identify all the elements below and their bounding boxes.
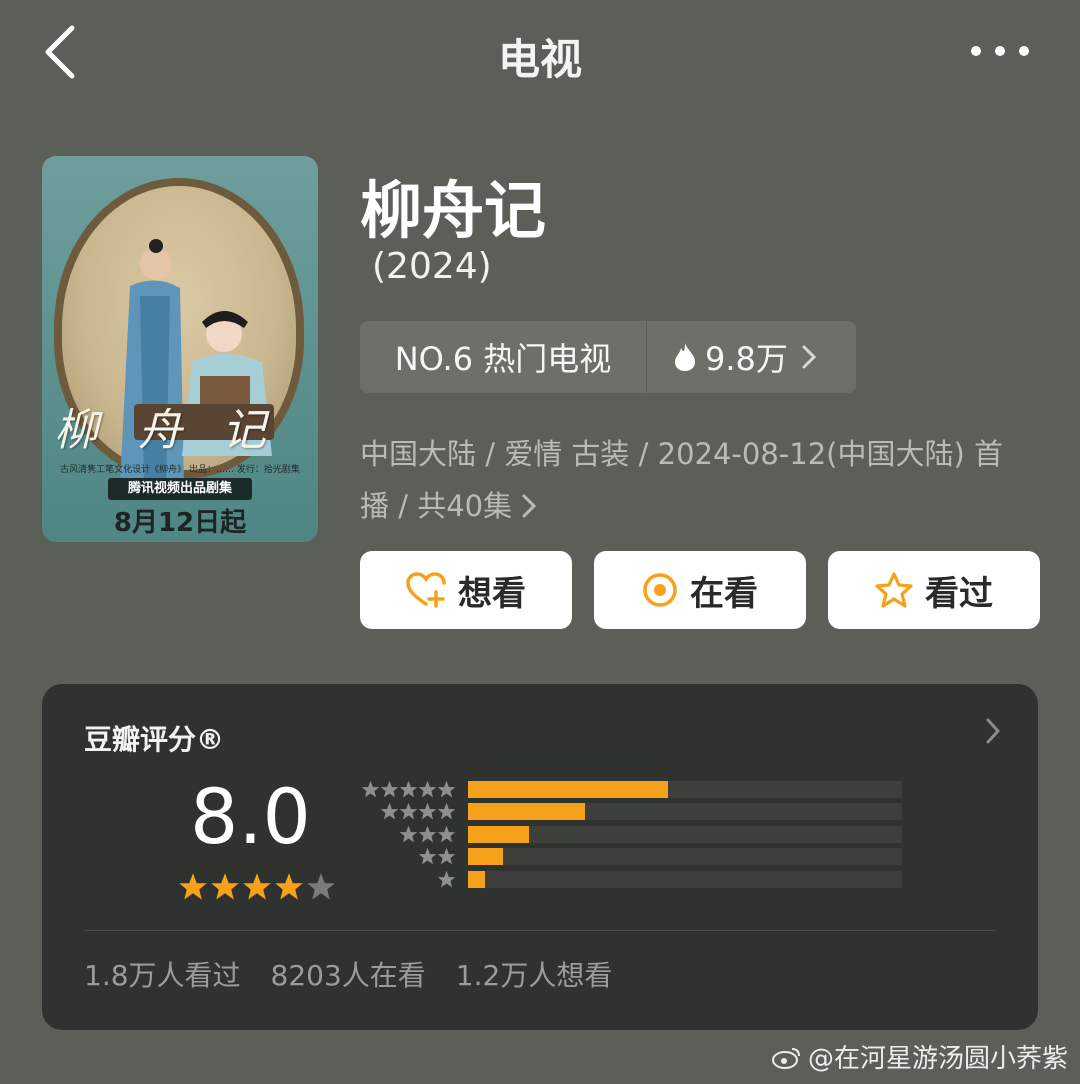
rating-score: 8.0 <box>190 772 311 861</box>
distribution-star-icon <box>399 780 418 798</box>
star-filled-icon <box>211 873 239 900</box>
distribution-star-icon <box>418 848 437 865</box>
distribution-star-icon <box>437 780 456 798</box>
rating-distribution <box>354 778 904 891</box>
star-filled-icon <box>179 873 207 900</box>
meta-line-2: 播 / 共40集 <box>360 489 513 523</box>
poster-credits: 古风清隽工笔文化设计《柳舟》 出品：…… 发行：拾光剧集 <box>60 465 300 475</box>
distribution-row <box>354 801 904 824</box>
distribution-bar <box>468 780 668 798</box>
show-year: (2024) <box>372 246 492 287</box>
distribution-star-icon <box>418 825 437 843</box>
rating-stars <box>178 872 336 902</box>
show-meta[interactable]: 中国大陆 / 爱情 古装 / 2024-08-12(中国大陆) 首 播 / 共4… <box>360 428 1040 532</box>
distribution-star-icon <box>380 780 399 798</box>
show-title: 柳舟记 <box>360 174 547 247</box>
distribution-star-icon <box>437 803 456 820</box>
poster-date: 8月12日起 <box>113 508 247 538</box>
target-icon <box>643 573 677 607</box>
distribution-star-icon <box>399 803 418 820</box>
nav-title: 电视 <box>497 35 582 84</box>
heat-value: 9.8万 <box>705 340 788 378</box>
rating-card[interactable]: 豆瓣评分® 8.0 1.8万人看过 8203人在看 1.2万人想看 <box>42 684 1038 1030</box>
star-filled-icon <box>275 873 303 900</box>
distribution-row <box>354 778 904 801</box>
ranking-chip[interactable]: NO.6 热门电视 9.8万 <box>360 321 856 393</box>
distribution-track <box>468 848 902 866</box>
watching-count: 8203人在看 <box>270 959 426 992</box>
watched-button[interactable]: 看过 <box>828 551 1040 629</box>
heart-plus-icon <box>406 572 446 608</box>
distribution-track <box>468 803 902 821</box>
chevron-right-icon <box>802 345 816 369</box>
chevron-right-icon[interactable] <box>986 718 1000 744</box>
want-to-watch-button[interactable]: 想看 <box>360 551 572 629</box>
distribution-star-label <box>354 802 456 821</box>
watching-label: 在看 <box>690 573 758 614</box>
want-count: 1.2万人想看 <box>455 959 613 992</box>
rating-divider <box>84 930 996 931</box>
watermark: @在河星游汤圆小荞紫 <box>771 1038 1068 1075</box>
distribution-track <box>468 870 902 888</box>
distribution-star-icon <box>380 803 399 820</box>
weibo-logo-icon <box>771 1047 800 1069</box>
distribution-star-label <box>354 780 456 799</box>
distribution-bar <box>468 870 486 888</box>
distribution-row <box>354 868 904 891</box>
distribution-bar <box>468 825 529 843</box>
distribution-star-icon <box>437 848 456 865</box>
distribution-bar <box>468 803 586 821</box>
poster-studio: 腾讯视频出品剧集 <box>108 478 252 500</box>
watermark-text: @在河星游汤圆小荞紫 <box>807 1044 1068 1074</box>
meta-line-1: 中国大陆 / 爱情 古装 / 2024-08-12(中国大陆) 首 <box>360 437 1004 471</box>
distribution-row <box>354 846 904 869</box>
poster-calligraphy: 柳舟记 <box>54 405 306 456</box>
want-to-watch-label: 想看 <box>458 573 526 614</box>
distribution-star-label <box>354 825 456 844</box>
star-empty-icon <box>307 873 335 900</box>
distribution-star-icon <box>399 825 418 843</box>
flame-icon <box>675 343 695 371</box>
watched-count: 1.8万人看过 <box>84 959 241 992</box>
distribution-star-icon <box>437 870 456 888</box>
rating-header: 豆瓣评分® <box>84 723 225 756</box>
star-outline-icon <box>875 572 913 608</box>
watched-label: 看过 <box>925 573 993 614</box>
distribution-star-label <box>354 847 456 866</box>
distribution-star-icon <box>418 803 437 820</box>
star-filled-icon <box>243 873 271 900</box>
chevron-right-icon <box>522 494 537 518</box>
watching-button[interactable]: 在看 <box>594 551 806 629</box>
action-buttons: 想看 在看 看过 <box>360 551 1040 629</box>
rating-stats: 1.8万人看过 8203人在看 1.2万人想看 <box>84 954 612 994</box>
distribution-star-icon <box>361 780 380 798</box>
distribution-track <box>468 825 902 843</box>
distribution-bar <box>468 848 503 866</box>
distribution-star-label <box>354 870 456 889</box>
distribution-row <box>354 823 904 846</box>
more-options-icon[interactable] <box>968 36 1032 66</box>
distribution-track <box>468 780 902 798</box>
distribution-star-icon <box>418 780 437 798</box>
poster-image[interactable]: 柳舟记 古风清隽工笔文化设计《柳舟》 出品：…… 发行：拾光剧集 腾讯视频出品剧… <box>42 156 318 542</box>
distribution-star-icon <box>437 825 456 843</box>
heat-count[interactable]: 9.8万 <box>647 334 856 380</box>
rank-label: NO.6 热门电视 <box>394 340 612 378</box>
